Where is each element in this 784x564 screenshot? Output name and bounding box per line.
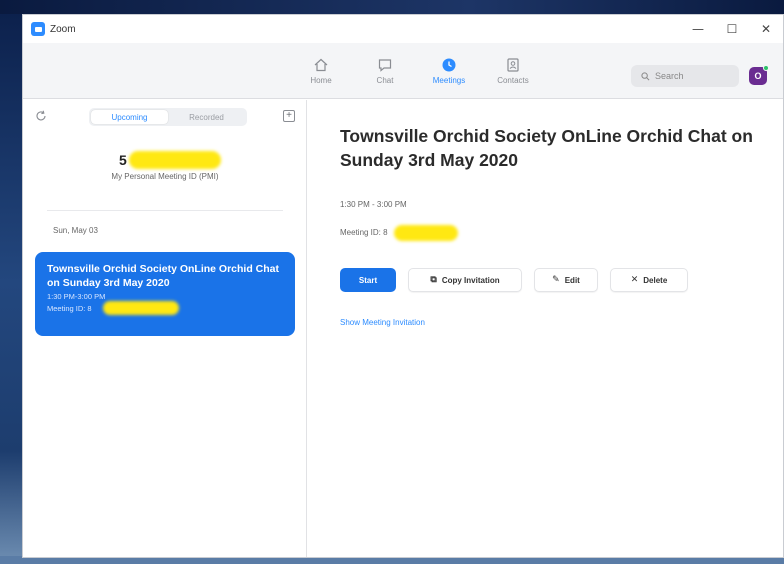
redaction-highlight <box>129 151 221 169</box>
tab-meetings-label: Meetings <box>432 76 466 85</box>
close-button[interactable]: ✕ <box>749 15 783 43</box>
copy-invitation-button[interactable]: ⧉ Copy Invitation <box>408 268 522 292</box>
meetings-sidebar: Upcoming Recorded + 5 My Personal Meetin… <box>23 100 307 557</box>
search-input[interactable]: Search <box>631 65 739 87</box>
title-bar: Zoom — ☐ ✕ <box>23 15 783 43</box>
meeting-time: 1:30 PM - 3:00 PM <box>340 200 407 209</box>
delete-label: Delete <box>643 275 668 285</box>
search-placeholder: Search <box>655 71 684 81</box>
window-title: Zoom <box>50 23 76 35</box>
avatar[interactable]: O <box>749 65 769 85</box>
tab-meetings[interactable]: Meetings <box>417 49 481 93</box>
contacts-icon <box>507 58 519 72</box>
personal-meeting-id[interactable]: 5 <box>119 152 127 168</box>
tab-home[interactable]: Home <box>289 49 353 93</box>
tab-upcoming[interactable]: Upcoming <box>91 110 168 124</box>
desktop-background-top <box>0 0 784 14</box>
tab-contacts-label: Contacts <box>497 76 529 85</box>
zoom-window: Zoom — ☐ ✕ Home Chat Meetings Contacts S… <box>22 14 784 558</box>
nav-tabs: Home Chat Meetings Contacts <box>289 49 545 93</box>
date-header: Sun, May 03 <box>53 226 98 235</box>
close-icon: ✕ <box>630 275 639 285</box>
home-icon <box>314 58 328 72</box>
online-status-icon <box>763 65 769 71</box>
maximize-button[interactable]: ☐ <box>715 15 749 43</box>
meeting-card-title: Townsville Orchid Society OnLine Orchid … <box>47 263 280 289</box>
show-invitation-link[interactable]: Show Meeting Invitation <box>340 318 425 327</box>
meeting-id: Meeting ID: 8 <box>340 228 388 237</box>
clock-icon <box>442 58 456 72</box>
edit-button[interactable]: ✎ Edit <box>534 268 598 292</box>
top-navigation: Home Chat Meetings Contacts Search O <box>23 43 783 99</box>
window-controls: — ☐ ✕ <box>681 15 783 43</box>
tab-recorded[interactable]: Recorded <box>168 110 245 124</box>
start-button[interactable]: Start <box>340 268 396 292</box>
minimize-button[interactable]: — <box>681 15 715 43</box>
search-icon <box>641 71 650 80</box>
copy-invitation-label: Copy Invitation <box>441 275 500 285</box>
tab-home-label: Home <box>310 76 332 85</box>
redaction-highlight <box>103 301 179 315</box>
meeting-actions: Start ⧉ Copy Invitation ✎ Edit ✕ Delete <box>340 268 700 292</box>
delete-button[interactable]: ✕ Delete <box>610 268 688 292</box>
chat-icon <box>378 59 392 72</box>
copy-icon: ⧉ <box>430 275 437 285</box>
tab-contacts[interactable]: Contacts <box>481 49 545 93</box>
pmi-label: My Personal Meeting ID (PMI) <box>111 172 219 181</box>
meetings-segmented-control: Upcoming Recorded <box>89 108 247 126</box>
meeting-card-id-label: Meeting ID: 8 <box>47 304 92 313</box>
avatar-initial: O <box>754 71 762 81</box>
redaction-highlight <box>394 225 458 241</box>
refresh-icon[interactable] <box>35 110 47 122</box>
meeting-card-time: 1:30 PM-3:00 PM <box>47 292 106 301</box>
desktop-background <box>0 0 22 564</box>
tab-chat[interactable]: Chat <box>353 49 417 93</box>
list-item-meeting[interactable]: Townsville Orchid Society OnLine Orchid … <box>35 252 295 336</box>
edit-label: Edit <box>564 275 580 285</box>
meeting-card-id: Meeting ID: 8 <box>47 301 283 315</box>
tab-chat-label: Chat <box>376 76 394 85</box>
zoom-app-icon <box>31 22 45 36</box>
meeting-title: Townsville Orchid Society OnLine Orchid … <box>340 126 753 170</box>
divider <box>47 210 283 211</box>
meeting-detail: Townsville Orchid Society OnLine Orchid … <box>308 100 783 557</box>
meeting-id-label: Meeting ID: 8 <box>340 228 388 237</box>
pencil-icon: ✎ <box>552 275 560 285</box>
add-meeting-button[interactable]: + <box>283 110 295 122</box>
